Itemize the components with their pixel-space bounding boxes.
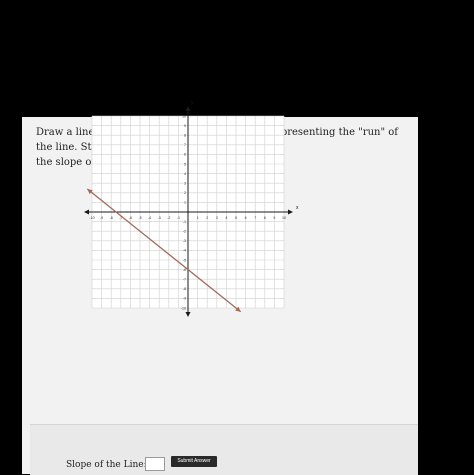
y-tick-label: 8: [184, 134, 186, 138]
y-tick-label: 7: [184, 143, 186, 147]
x-tick-label: -8: [110, 216, 113, 220]
y-tick-label: -7: [183, 278, 186, 282]
x-axis-arrow-left: [84, 209, 89, 215]
x-tick-label: 4: [225, 216, 227, 220]
y-tick-label: -4: [183, 249, 186, 253]
y-tick-label: -8: [183, 287, 186, 291]
y-tick-label: -1: [183, 220, 186, 224]
y-axis-arrow-up: [185, 106, 191, 111]
slope-input[interactable]: [145, 457, 165, 471]
slope-label: Slope of the Line:: [66, 460, 147, 470]
x-tick-label: 9: [273, 216, 275, 220]
y-tick-label: 5: [184, 162, 186, 166]
x-axis-arrow-right: [288, 209, 293, 215]
y-axis-arrow-down: [185, 312, 191, 317]
x-tick-label: 1: [197, 216, 199, 220]
y-tick-label: -10: [181, 306, 186, 310]
y-tick-label: -2: [183, 230, 186, 234]
y-tick-label: 10: [182, 114, 186, 118]
x-tick-label: 7: [254, 216, 256, 220]
y-tick-label: 4: [184, 172, 186, 176]
x-tick-label: -2: [167, 216, 170, 220]
y-tick-label: 1: [184, 201, 186, 205]
x-tick-label: -9: [100, 216, 103, 220]
x-tick-label: 5: [235, 216, 237, 220]
y-tick-label: -9: [183, 297, 186, 301]
y-tick-label: 3: [184, 182, 186, 186]
x-tick-label: 3: [216, 216, 218, 220]
y-tick-label: 6: [184, 153, 186, 157]
y-axis-label: y: [191, 100, 194, 106]
x-tick-label: -5: [138, 216, 141, 220]
coordinate-grid[interactable]: x y -10 -9 -8 -7 -6 -5 -4 -3 -2 -1 1 2 3 4 5 6 7 8 9 10 10 9 8 7 6…: [66, 86, 306, 426]
x-tick-label: -4: [148, 216, 151, 220]
y-tick-label: 2: [184, 191, 186, 195]
submit-answer-button[interactable]: Submit Answer: [171, 456, 217, 467]
x-tick-label: -1: [177, 216, 180, 220]
x-tick-label: 2: [206, 216, 208, 220]
x-tick-label: -6: [129, 216, 132, 220]
y-tick-label: -6: [183, 268, 186, 272]
x-tick-label: -3: [158, 216, 161, 220]
y-tick-label: 9: [184, 124, 186, 128]
x-tick-label: 10: [282, 216, 286, 220]
y-tick-label: -3: [183, 239, 186, 243]
x-tick-label: -10: [89, 216, 94, 220]
x-tick-label: 6: [245, 216, 247, 220]
x-tick-label: 8: [264, 216, 266, 220]
graph-container[interactable]: x y -10 -9 -8 -7 -6 -5 -4 -3 -2 -1 1 2 3 4 5 6 7 8 9 10 10 9 8 7 6…: [66, 86, 306, 430]
x-axis-label: x: [296, 205, 299, 211]
y-tick-label: -5: [183, 258, 186, 262]
